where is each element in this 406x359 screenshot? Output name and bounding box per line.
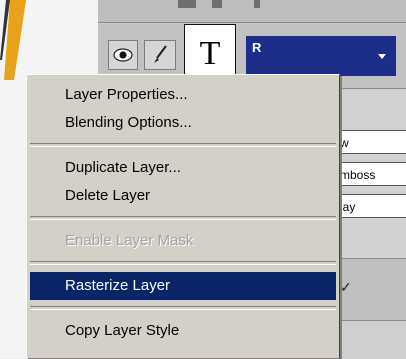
panel-toolbar bbox=[98, 0, 406, 23]
menu-separator bbox=[30, 261, 336, 265]
toolbar-icon[interactable] bbox=[178, 0, 196, 8]
menu-item-layer-properties[interactable]: Layer Properties... bbox=[30, 81, 336, 109]
menu-item-duplicate-layer[interactable]: Duplicate Layer... bbox=[30, 154, 336, 182]
menu-item-rasterize-layer[interactable]: Rasterize Layer bbox=[30, 272, 336, 300]
effect-item[interactable]: w bbox=[338, 130, 406, 154]
layer-context-menu: Layer Properties... Blending Options... Du… bbox=[26, 74, 340, 358]
toolbar-icon[interactable] bbox=[254, 0, 260, 8]
layer-name-label: R bbox=[252, 40, 262, 55]
menu-item-blending-options[interactable]: Blending Options... bbox=[30, 109, 336, 137]
menu-item-copy-layer-style[interactable]: Copy Layer Style bbox=[30, 317, 336, 345]
brush-icon bbox=[154, 45, 167, 63]
visibility-toggle[interactable] bbox=[108, 40, 138, 70]
selected-layer-name[interactable]: R bbox=[246, 36, 396, 76]
check-icon: ✓ bbox=[340, 279, 352, 295]
menu-item-enable-layer-mask: Enable Layer Mask bbox=[65, 232, 194, 249]
menu-separator bbox=[30, 306, 336, 310]
dropdown-arrow-icon[interactable] bbox=[378, 54, 386, 59]
menu-separator bbox=[30, 143, 336, 147]
menu-item-delete-layer[interactable]: Delete Layer bbox=[30, 182, 336, 210]
orange-stroke-graphic bbox=[0, 0, 26, 80]
menu-separator bbox=[30, 216, 336, 220]
effect-item[interactable]: lay bbox=[338, 194, 406, 218]
eye-icon bbox=[113, 48, 133, 62]
link-toggle[interactable] bbox=[144, 40, 176, 70]
toolbar-icon[interactable] bbox=[212, 0, 222, 8]
effect-item[interactable]: mboss bbox=[338, 162, 406, 186]
